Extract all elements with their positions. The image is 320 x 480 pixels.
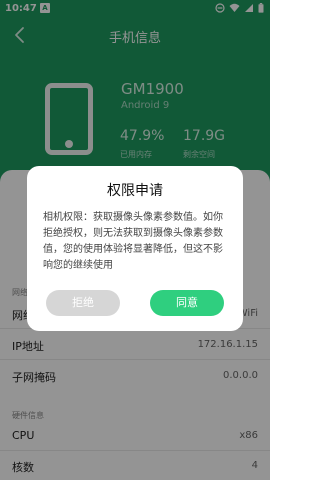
dialog-message: 相机权限：获取摄像头像素参数值。如你拒绝授权，则无法获取到摄像头像素参数值，您的… (43, 212, 223, 271)
deny-button[interactable]: 拒绝 (46, 290, 120, 316)
permission-dialog: 权限申请 相机权限：获取摄像头像素参数值。如你拒绝授权，则无法获取到摄像头像素参… (27, 166, 243, 331)
agree-button[interactable]: 同意 (150, 290, 224, 316)
dialog-title: 权限申请 (107, 183, 163, 199)
screen: 10:47 A 手机信息 GM1900 Android 9 47.9% 已用内存… (0, 0, 270, 480)
